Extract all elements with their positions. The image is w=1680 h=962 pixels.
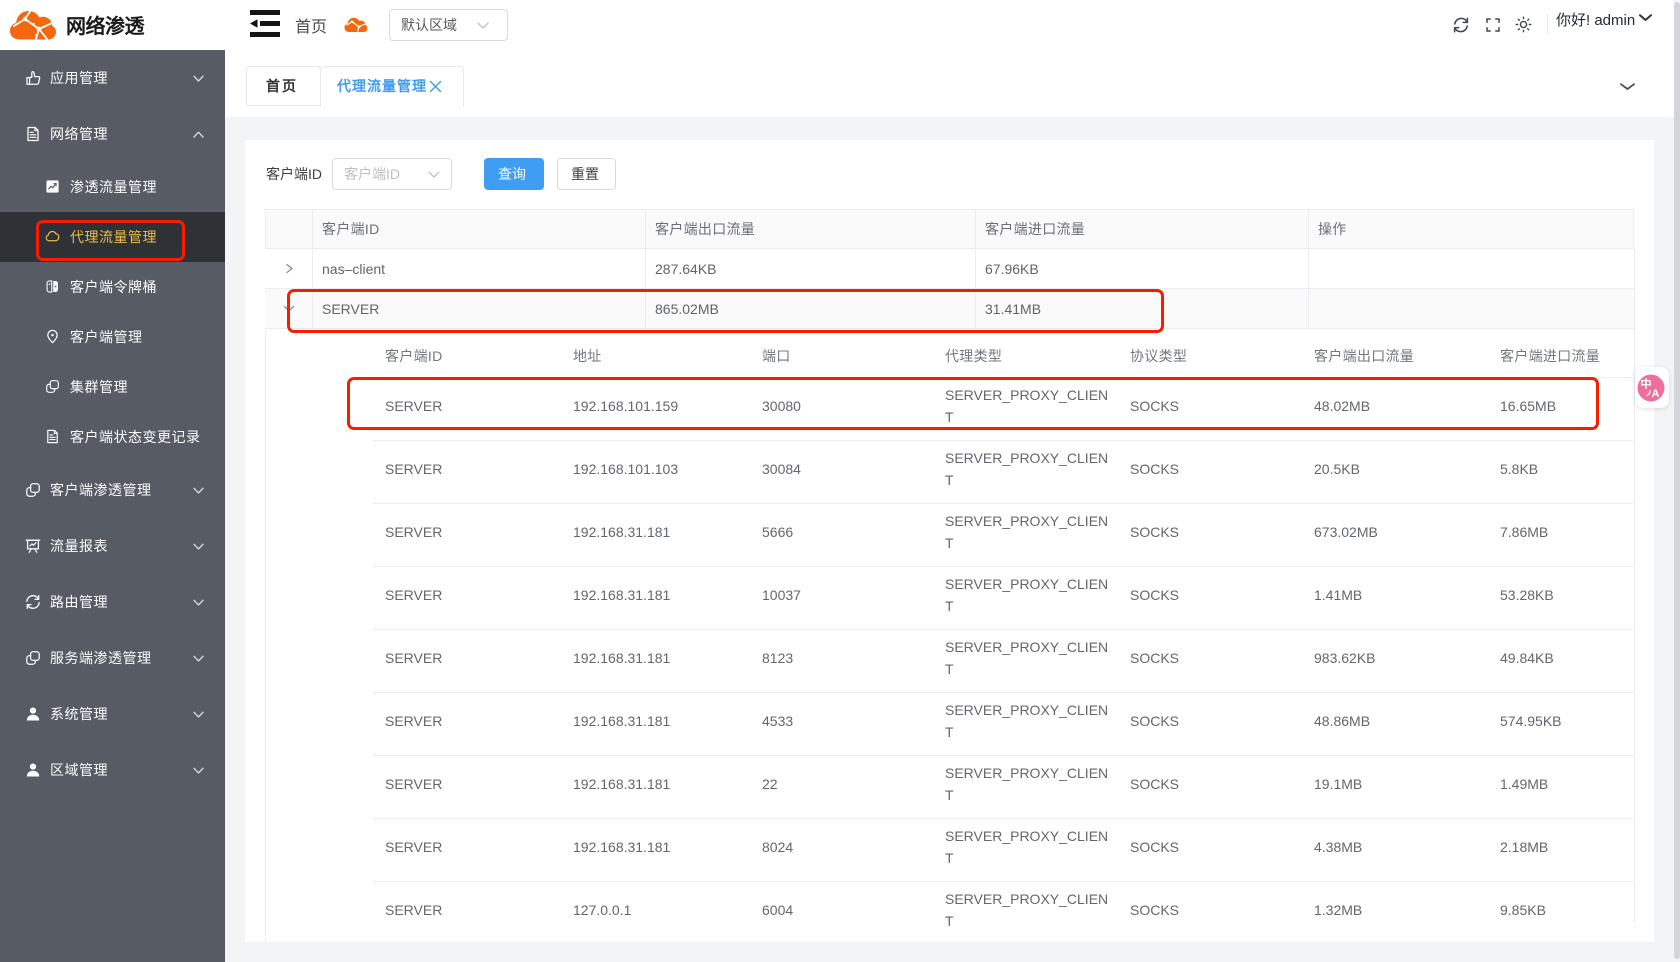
svg-text:A: A — [1652, 388, 1660, 400]
svg-text:中: 中 — [1641, 377, 1652, 391]
